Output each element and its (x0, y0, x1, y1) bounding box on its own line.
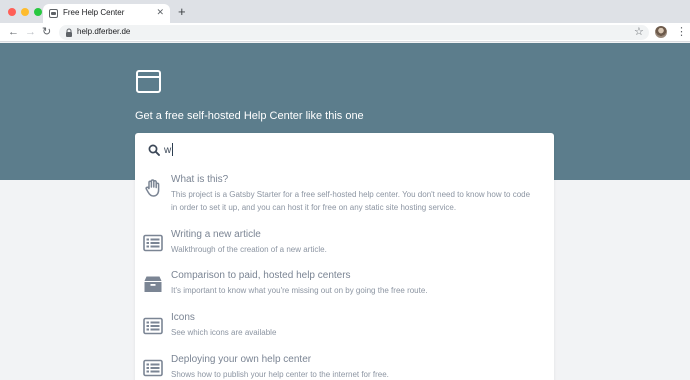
lock-icon (66, 28, 72, 37)
result-description: Shows how to publish your help center to… (171, 370, 389, 379)
text-caret (172, 143, 173, 156)
search-input[interactable] (164, 142, 534, 158)
reload-button[interactable]: ↻ (42, 24, 51, 41)
result-title: Comparison to paid, hosted help centers (171, 270, 351, 281)
close-tab-icon[interactable]: ✕ (156, 7, 164, 18)
search-result-item[interactable]: Comparison to paid, hosted help centers … (135, 270, 554, 310)
result-description: This project is a Gatsby Starter for a f… (171, 190, 531, 212)
search-result-item[interactable]: What is this? This project is a Gatsby S… (135, 174, 554, 214)
browser-window-icon (136, 70, 161, 93)
url-text: help.dferber.de (77, 27, 131, 36)
list-icon (143, 359, 163, 377)
result-title: Writing a new article (171, 229, 261, 240)
browser-toolbar: ← → ↻ help.dferber.de ☆ ⋮ (0, 23, 690, 42)
favicon-icon (49, 9, 58, 18)
hand-icon (145, 179, 160, 197)
browser-menu-icon[interactable]: ⋮ (676, 24, 687, 41)
address-bar[interactable]: help.dferber.de (59, 25, 649, 40)
result-description: See which icons are available (171, 328, 277, 337)
box-icon (144, 276, 162, 292)
profile-avatar[interactable] (655, 26, 667, 38)
result-title: Icons (171, 312, 195, 323)
search-card: What is this? This project is a Gatsby S… (135, 133, 554, 380)
window-controls (8, 8, 42, 16)
minimize-window-dot[interactable] (21, 8, 29, 16)
result-description: Walkthrough of the creation of a new art… (171, 245, 327, 254)
browser-tabbar: Free Help Center ✕ + (0, 0, 690, 23)
result-title: Deploying your own help center (171, 354, 312, 365)
new-tab-button[interactable]: + (178, 5, 186, 18)
close-window-dot[interactable] (8, 8, 16, 16)
search-result-item[interactable]: Writing a new article Walkthrough of the… (135, 229, 554, 269)
result-description: It's important to know what you're missi… (171, 286, 428, 295)
search-icon (148, 144, 160, 156)
result-title: What is this? (171, 174, 229, 185)
maximize-window-dot[interactable] (34, 8, 42, 16)
tab-title: Free Help Center (63, 8, 125, 17)
browser-tab[interactable]: Free Help Center ✕ (43, 4, 170, 23)
list-icon (143, 234, 163, 252)
forward-button[interactable]: → (25, 24, 36, 41)
search-result-item[interactable]: Icons See which icons are available (135, 312, 554, 352)
search-result-item[interactable]: Deploying your own help center Shows how… (135, 354, 554, 380)
hero-tagline: Get a free self-hosted Help Center like … (135, 110, 364, 122)
list-icon (143, 317, 163, 335)
back-button[interactable]: ← (8, 24, 19, 41)
bookmark-star-icon[interactable]: ☆ (634, 24, 644, 41)
